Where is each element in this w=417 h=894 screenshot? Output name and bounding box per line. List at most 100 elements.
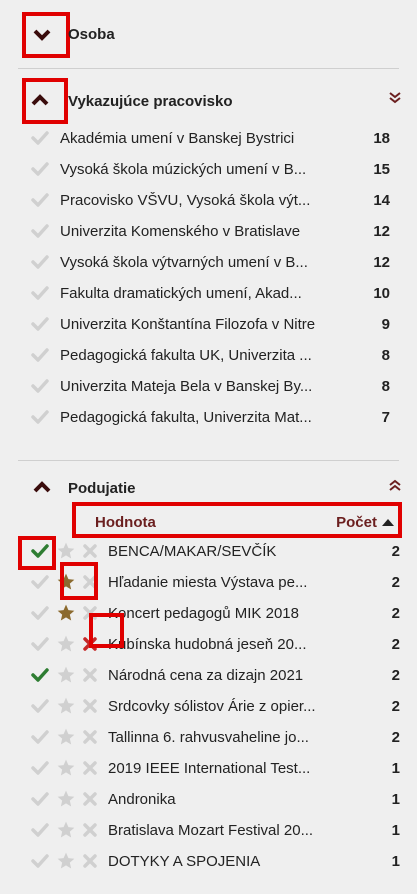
check-icon[interactable] (30, 572, 50, 592)
check-icon[interactable] (30, 789, 50, 809)
chevron-up-icon[interactable] (31, 94, 49, 106)
list-item-label: Univerzita Komenského v Bratislave (60, 222, 301, 240)
table-row-count: 2 (391, 635, 400, 653)
check-icon[interactable] (30, 603, 50, 623)
list-item[interactable]: Univerzita Konštantína Filozofa v Nitre 9 (30, 312, 390, 336)
table-row[interactable]: Srdcovky sólistov Árie z opier... 2 (30, 694, 400, 718)
sort-asc-icon (382, 519, 394, 526)
check-icon[interactable] (30, 283, 50, 303)
table-row-count: 1 (391, 759, 400, 777)
star-icon[interactable] (56, 634, 76, 654)
list-item-label: Univerzita Mateja Bela v Banskej By... (60, 377, 313, 395)
check-icon[interactable] (30, 345, 50, 365)
table-row[interactable]: DOTYKY A SPOJENIA 1 (30, 849, 400, 873)
check-icon[interactable] (30, 190, 50, 210)
exclude-icon[interactable] (80, 696, 100, 716)
star-icon[interactable] (56, 541, 76, 561)
section-title-podujatie[interactable]: Podujatie (68, 480, 136, 497)
chevron-down-icon[interactable] (33, 29, 51, 41)
star-icon[interactable] (56, 727, 76, 747)
column-header-value[interactable]: Hodnota (75, 514, 156, 531)
list-item[interactable]: Univerzita Mateja Bela v Banskej By... 8 (30, 374, 390, 398)
table-row-count: 2 (391, 604, 400, 622)
exclude-icon[interactable] (80, 851, 100, 871)
star-icon[interactable] (56, 851, 76, 871)
list-item[interactable]: Pedagogická fakulta UK, Univerzita ... 8 (30, 343, 390, 367)
list-item[interactable]: Pracovisko VŠVU, Vysoká škola výt... 14 (30, 188, 390, 212)
list-item[interactable]: Vysoká škola múzických umení v B... 15 (30, 157, 390, 181)
table-row[interactable]: BENCA/MAKAR/SEVČÍK 2 (30, 539, 400, 563)
check-icon[interactable] (30, 820, 50, 840)
list-item[interactable]: Univerzita Komenského v Bratislave 12 (30, 219, 390, 243)
exclude-icon[interactable] (80, 541, 100, 561)
table-row-label: BENCA/MAKAR/SEVČÍK (108, 542, 277, 560)
table-row-label: Národná cena za dizajn 2021 (108, 666, 304, 684)
check-icon[interactable] (30, 159, 50, 179)
star-icon[interactable] (56, 696, 76, 716)
table-row-label: DOTYKY A SPOJENIA (108, 852, 261, 870)
list-item-label: Fakulta dramatických umení, Akad... (60, 284, 302, 302)
table-row-count: 2 (391, 728, 400, 746)
check-icon[interactable] (30, 727, 50, 747)
list-item-count: 18 (373, 129, 390, 147)
star-icon[interactable] (56, 789, 76, 809)
list-item-count: 8 (381, 377, 390, 395)
table-row[interactable]: Koncert pedagogů MIK 2018 2 (30, 601, 400, 625)
chevron-up-icon[interactable] (33, 481, 51, 493)
table-row-label: Andronika (108, 790, 176, 808)
exclude-icon[interactable] (80, 727, 100, 747)
table-row[interactable]: 2019 IEEE International Test... 1 (30, 756, 400, 780)
star-icon[interactable] (56, 665, 76, 685)
check-icon[interactable] (30, 376, 50, 396)
section-title-pracovisko[interactable]: Vykazujúce pracovisko (68, 93, 233, 110)
list-item-label: Vysoká škola múzických umení v B... (60, 160, 307, 178)
check-icon[interactable] (30, 314, 50, 334)
list-item-count: 10 (373, 284, 390, 302)
double-chevron-down-icon[interactable] (388, 91, 402, 108)
list-item-count: 15 (373, 160, 390, 178)
check-icon[interactable] (30, 634, 50, 654)
exclude-icon[interactable] (80, 820, 100, 840)
star-icon[interactable] (56, 758, 76, 778)
check-icon[interactable] (30, 407, 50, 427)
double-chevron-up-icon[interactable] (388, 478, 402, 495)
exclude-icon[interactable] (80, 789, 100, 809)
list-item-label: Univerzita Konštantína Filozofa v Nitre (60, 315, 316, 333)
list-item-count: 8 (381, 346, 390, 364)
exclude-icon[interactable] (80, 665, 100, 685)
star-icon[interactable] (56, 603, 76, 623)
list-item-count: 12 (373, 222, 390, 240)
podujatie-table-header: Hodnota Počet (75, 509, 395, 535)
list-item[interactable]: Fakulta dramatických umení, Akad... 10 (30, 281, 390, 305)
column-header-count[interactable]: Počet (336, 514, 395, 531)
table-row-label: Kubínska hudobná jeseň 20... (108, 635, 307, 653)
list-item-count: 12 (373, 253, 390, 271)
exclude-icon[interactable] (80, 758, 100, 778)
section-title-osoba[interactable]: Osoba (68, 26, 115, 43)
check-icon[interactable] (30, 851, 50, 871)
list-item[interactable]: Pedagogická fakulta, Univerzita Mat... 7 (30, 405, 390, 429)
check-icon[interactable] (30, 696, 50, 716)
check-icon[interactable] (30, 758, 50, 778)
star-icon[interactable] (56, 820, 76, 840)
table-row-label: Srdcovky sólistov Árie z opier... (108, 697, 316, 715)
check-icon[interactable] (30, 221, 50, 241)
check-icon[interactable] (30, 252, 50, 272)
divider (18, 460, 399, 461)
list-item-label: Akadémia umení v Banskej Bystrici (60, 129, 295, 147)
table-row[interactable]: Bratislava Mozart Festival 20... 1 (30, 818, 400, 842)
list-item[interactable]: Akadémia umení v Banskej Bystrici 18 (30, 126, 390, 150)
check-icon[interactable] (30, 665, 50, 685)
table-row-count: 2 (391, 542, 400, 560)
list-item-count: 14 (373, 191, 390, 209)
table-row[interactable]: Národná cena za dizajn 2021 2 (30, 663, 400, 687)
table-row[interactable]: Tallinna 6. rahvusvaheline jo... 2 (30, 725, 400, 749)
table-row-count: 2 (391, 666, 400, 684)
table-row-label: Hľadanie miesta Výstava pe... (108, 573, 308, 591)
table-row-count: 2 (391, 697, 400, 715)
list-item[interactable]: Vysoká škola výtvarných umení v B... 12 (30, 250, 390, 274)
table-row[interactable]: Kubínska hudobná jeseň 20... 2 (30, 632, 400, 656)
check-icon[interactable] (30, 128, 50, 148)
table-row[interactable]: Andronika 1 (30, 787, 400, 811)
table-row-label: Tallinna 6. rahvusvaheline jo... (108, 728, 309, 746)
